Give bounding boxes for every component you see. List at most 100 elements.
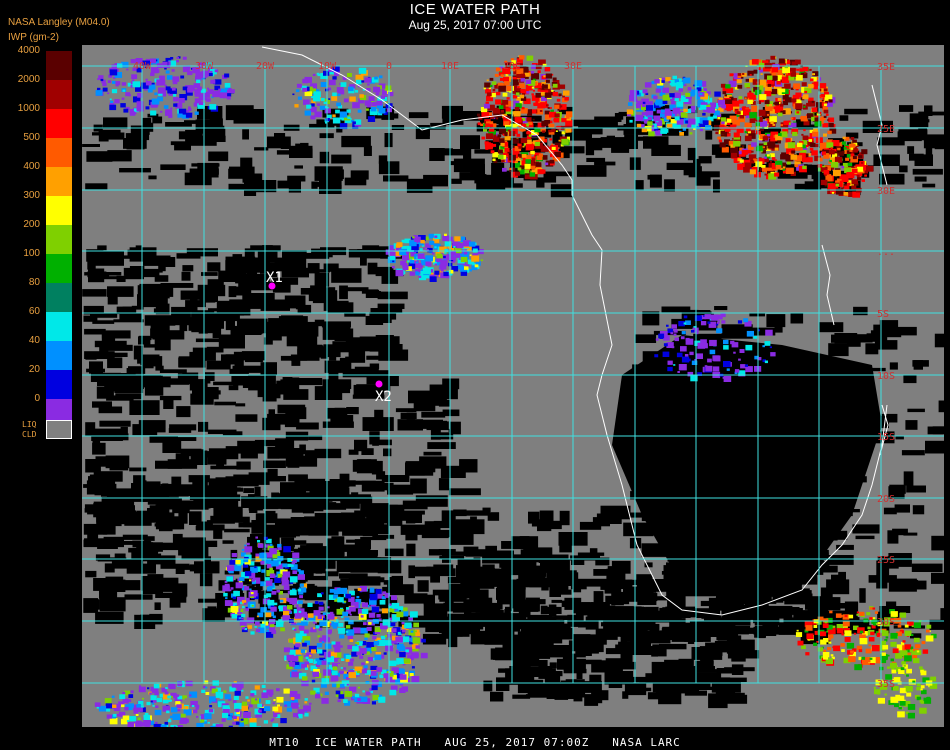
cloud-pixel (850, 137, 855, 140)
clear-sky-patch (652, 644, 671, 648)
cloud-pixel (169, 699, 172, 702)
clear-sky-patch (626, 136, 655, 141)
cloud-pixel (272, 615, 276, 619)
clear-sky-patch (635, 180, 644, 191)
clear-sky-patch (675, 665, 692, 675)
cloud-pixel (265, 700, 271, 704)
cloud-pixel (279, 599, 284, 603)
cloud-pixel (104, 698, 112, 704)
cloud-pixel (233, 590, 240, 597)
clear-sky-patch (169, 597, 181, 608)
clear-sky-patch (361, 480, 385, 492)
cloud-pixel (396, 611, 404, 618)
cloud-pixel (549, 159, 555, 164)
cloud-pixel (290, 564, 294, 567)
cloud-pixel (312, 73, 316, 76)
cloud-pixel (247, 625, 252, 629)
cloud-pixel (749, 112, 757, 119)
cloud-pixel (361, 662, 365, 666)
clear-sky-patch (600, 522, 610, 527)
unit-label: IWP (gm-2) (8, 32, 59, 43)
cloud-pixel (528, 70, 531, 73)
cloud-pixel (764, 100, 770, 105)
cloud-pixel (342, 611, 349, 617)
cloud-pixel (132, 81, 140, 88)
cloud-pixel (825, 113, 829, 116)
clear-sky-patch (208, 478, 234, 488)
cloud-pixel (257, 540, 261, 543)
cloud-pixel (417, 253, 425, 259)
clear-sky-patch (294, 517, 311, 523)
cloud-pixel (544, 67, 551, 72)
clear-sky-patch (101, 483, 117, 497)
cloud-pixel (412, 637, 421, 644)
cloud-pixel (109, 104, 117, 111)
cloud-pixel (744, 122, 752, 129)
legend-swatch (46, 109, 72, 138)
cloud-pixel (549, 138, 553, 141)
cloud-pixel (243, 711, 251, 719)
cloud-pixel (785, 138, 791, 143)
clear-sky-patch (859, 588, 866, 603)
cloud-pixel (766, 154, 770, 157)
cloud-pixel (137, 707, 143, 712)
clear-sky-patch (102, 523, 116, 535)
cloud-pixel (154, 68, 160, 73)
cloud-pixel (551, 146, 556, 150)
cloud-pixel (242, 606, 245, 609)
cloud-pixel (826, 174, 832, 178)
clear-sky-patch (154, 602, 161, 610)
cloud-pixel (298, 610, 302, 613)
cloud-pixel (857, 177, 862, 181)
clear-sky-patch (381, 475, 410, 482)
cloud-pixel (414, 630, 417, 633)
clear-sky-patch (836, 544, 854, 550)
clear-sky-patch (312, 290, 338, 304)
cloud-pixel (772, 123, 775, 126)
legend-label: 2000 (17, 74, 40, 85)
clear-sky-patch (280, 145, 313, 149)
cloud-pixel (521, 154, 527, 158)
cloud-pixel (846, 154, 851, 158)
cloud-pixel (790, 122, 797, 128)
cloud-pixel (171, 69, 175, 72)
cloud-pixel (791, 150, 796, 154)
clear-sky-patch (83, 315, 98, 322)
clear-sky-patch (143, 344, 156, 348)
cloud-pixel (164, 691, 169, 695)
cloud-pixel (561, 138, 569, 145)
cloud-pixel (682, 128, 687, 131)
clear-sky-patch (225, 319, 235, 331)
cloud-pixel (345, 659, 350, 662)
cloud-pixel (502, 167, 507, 172)
cloud-pixel (272, 702, 275, 705)
cloud-pixel (276, 589, 280, 593)
cloud-pixel (791, 61, 797, 66)
cloud-pixel (714, 91, 721, 97)
cloud-pixel (494, 73, 499, 77)
clear-sky-patch (255, 513, 278, 522)
cloud-pixel (526, 55, 534, 61)
cloud-pixel (260, 560, 265, 565)
cloud-pixel (197, 86, 202, 91)
cloud-pixel (332, 666, 338, 671)
cloud-pixel (230, 587, 234, 590)
cloud-pixel (549, 107, 552, 109)
cloud-pixel (169, 684, 176, 690)
cloud-pixel (399, 688, 406, 693)
clear-sky-patch (195, 338, 224, 343)
clear-sky-patch (254, 147, 269, 151)
cloud-pixel (391, 628, 397, 633)
cloud-pixel (864, 174, 867, 177)
cloud-pixel (856, 174, 860, 177)
cloud-pixel (390, 622, 396, 627)
clear-sky-patch (892, 528, 908, 536)
clear-sky-patch (378, 344, 403, 352)
cloud-pixel (165, 86, 171, 91)
clear-sky-patch (912, 168, 943, 175)
cloud-pixel (749, 118, 756, 123)
clear-sky-patch (222, 540, 234, 544)
legend-swatch (46, 138, 72, 167)
cloud-pixel (665, 111, 672, 117)
cloud-pixel (164, 721, 169, 725)
